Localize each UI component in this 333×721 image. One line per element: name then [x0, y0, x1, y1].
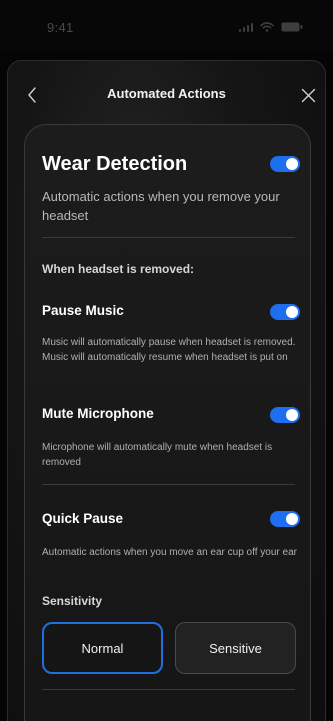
close-icon: [301, 88, 315, 102]
sensitivity-normal-button[interactable]: Normal: [42, 622, 163, 674]
wear-detection-card: Wear Detection Automatic actions when yo…: [24, 124, 311, 721]
pause-music-title: Pause Music: [42, 303, 124, 318]
divider: [42, 689, 295, 690]
pause-music-description: Music will automatically pause when head…: [42, 337, 296, 363]
quick-pause-title: Quick Pause: [42, 511, 124, 526]
removed-section-label: When headset is removed:: [42, 262, 195, 276]
quick-pause-description: Automatic actions when you move an ear c…: [42, 547, 297, 558]
wear-detection-title: Wear Detection: [42, 153, 188, 175]
mute-microphone-description: Microphone will automatically mute when …: [42, 442, 273, 468]
mute-microphone-title: Mute Microphone: [42, 406, 154, 421]
divider: [42, 237, 295, 238]
pause-music-toggle[interactable]: [270, 304, 300, 320]
status-icons: [238, 22, 304, 32]
toggle-knob: [286, 409, 298, 421]
toggle-knob: [286, 306, 298, 318]
page-title: Automated Actions: [107, 86, 226, 101]
status-time: 9:41: [47, 20, 74, 35]
wear-detection-subtitle: Automatic actions when you remove your h…: [42, 189, 280, 223]
mute-microphone-toggle[interactable]: [270, 407, 300, 423]
phone-screen: 9:41 Automated Actions Wear Detection Au…: [0, 0, 333, 721]
quick-pause-toggle[interactable]: [270, 511, 300, 527]
wear-detection-toggle[interactable]: [270, 156, 300, 172]
status-bar: 9:41: [0, 0, 333, 52]
wifi-icon: [260, 22, 274, 32]
divider: [42, 484, 295, 485]
toggle-knob: [286, 158, 298, 170]
automated-actions-sheet: Automated Actions Wear Detection Automat…: [7, 60, 326, 721]
battery-icon: [281, 22, 303, 32]
toggle-knob: [286, 513, 298, 525]
sensitivity-label: Sensitivity: [42, 594, 103, 608]
close-button[interactable]: [297, 83, 319, 107]
sensitivity-sensitive-button[interactable]: Sensitive: [175, 622, 296, 674]
signal-icon: [238, 22, 253, 32]
